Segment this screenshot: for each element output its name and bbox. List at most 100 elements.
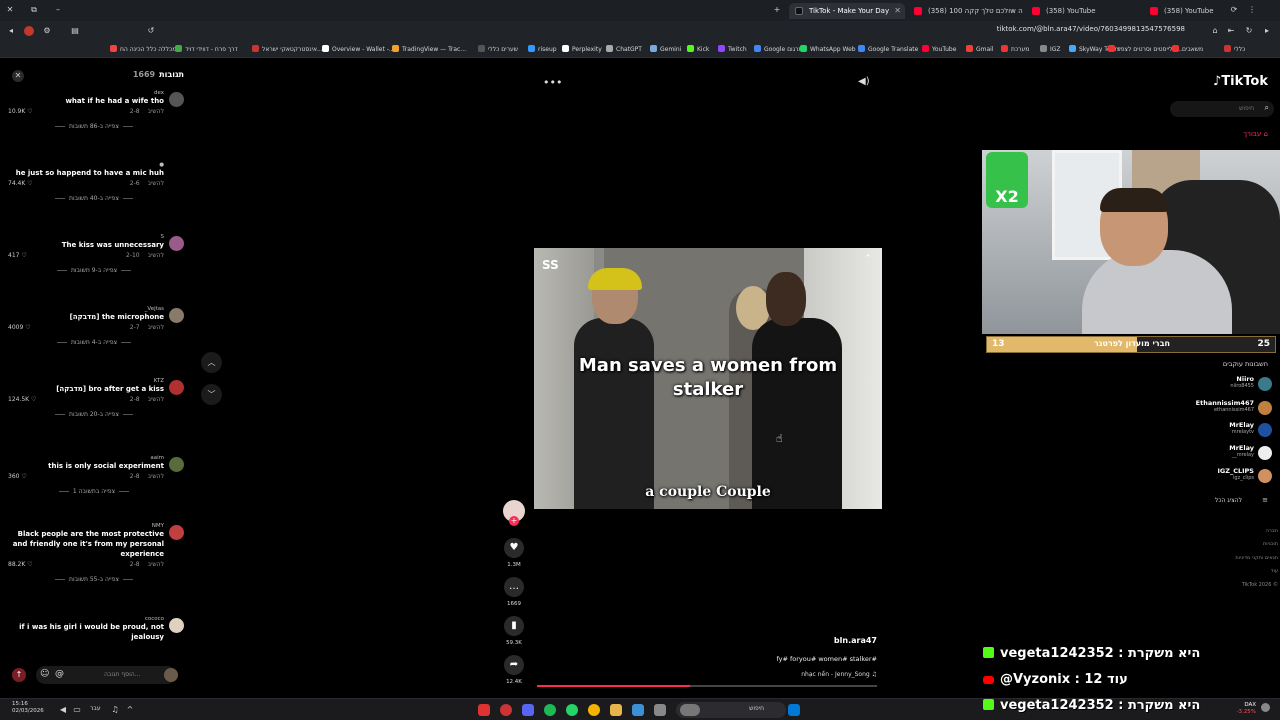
taskbar-app-icon[interactable] [654, 704, 666, 716]
back-icon[interactable]: ◂ [6, 25, 16, 37]
bookmark-item[interactable]: Gmail [966, 45, 994, 54]
stock-ticker[interactable]: DAX -3.25% [1237, 702, 1256, 716]
history-icon[interactable]: ↺ [146, 25, 156, 37]
photos-icon[interactable] [632, 704, 644, 716]
avatar[interactable] [169, 380, 184, 395]
minimize-icon[interactable]: – [52, 4, 64, 16]
progress-bar[interactable] [537, 685, 877, 687]
comment-like-button[interactable]: 10.9K ♡ [8, 106, 33, 117]
mic-icon[interactable]: ♫ [110, 704, 120, 716]
reply-button[interactable]: להשיב [148, 396, 164, 403]
footer-link[interactable]: עוד [1271, 568, 1278, 574]
pause-icon[interactable]: ⌃ [864, 254, 872, 264]
comment-like-button[interactable]: 4009 ♡ [8, 322, 31, 333]
tab-close-icon[interactable]: ✕ [894, 3, 901, 19]
view-replies-button[interactable]: צפייה ב-40 תשובות [4, 192, 184, 206]
reply-button[interactable]: להשיב [148, 180, 164, 187]
volume-icon[interactable]: ◀ [58, 704, 68, 716]
view-replies-button[interactable]: צפייה ב-9 תשובות [4, 264, 184, 278]
new-tab-icon[interactable]: + [771, 4, 783, 16]
comment-like-button[interactable]: 74.4K ♡ [8, 178, 33, 189]
bookmark-item[interactable]: כללי [1224, 45, 1245, 54]
video-hashtags[interactable]: fy# foryou# women# stalker# [650, 655, 877, 663]
close-icon[interactable]: ✕ [12, 70, 24, 82]
bookmark-item[interactable]: דרך פרח - דווידי דויד [175, 45, 238, 54]
taskbar-app-icon[interactable] [478, 704, 490, 716]
avatar[interactable] [169, 618, 184, 633]
send-icon[interactable]: ↑ [12, 668, 26, 682]
following-account[interactable]: IGZ_CLIPS igz_clips [1152, 467, 1272, 487]
folder-icon[interactable] [610, 704, 622, 716]
bookmark-item[interactable]: Overview - Wallet -... [322, 45, 395, 54]
home-icon[interactable]: ⌂ [1210, 25, 1220, 37]
share-button[interactable]: ➦ 12.4K [502, 655, 526, 685]
tab-search-icon[interactable]: ▤ [70, 25, 80, 37]
video-player[interactable]: SS ⌃ Man saves a women from stalker a co… [534, 248, 882, 509]
more-options-icon[interactable]: ••• [543, 76, 562, 89]
avatar[interactable] [169, 525, 184, 540]
address-bar[interactable]: tiktok.com/@bln.ara47/video/760349981354… [980, 25, 1185, 33]
footer-link[interactable]: תוכניות [1263, 541, 1278, 547]
bookmark-item[interactable]: IGZ [1040, 45, 1061, 54]
comment-button[interactable]: … 1669 [502, 577, 526, 607]
show-all-link[interactable]: להציג הכל [1215, 497, 1242, 504]
profile-icon[interactable] [24, 26, 34, 36]
spotify-icon[interactable] [544, 704, 556, 716]
follow-plus-icon[interactable]: + [509, 516, 519, 526]
tab-youtube-1[interactable]: (358) ולכם טלך קקה 100w הוה [908, 3, 1023, 19]
network-icon[interactable]: ▭ [72, 704, 82, 716]
reply-button[interactable]: להשיב [148, 252, 164, 259]
bookmark-item[interactable]: WhatsApp Web [800, 45, 856, 54]
comment-like-button[interactable]: 417 ♡ [8, 250, 27, 261]
avatar[interactable] [169, 457, 184, 472]
sound-link[interactable]: nhạc nền - Jenny_Song ♫ [650, 671, 877, 678]
view-replies-button[interactable]: צפייה ב-55 תשובות [4, 573, 184, 587]
tab-tiktok[interactable]: TikTok - Make Your Day ✕ [789, 3, 905, 19]
following-account[interactable]: MrElay mrelaytv [1152, 421, 1272, 441]
author-name[interactable]: bln.ara47 [700, 636, 877, 645]
avatar[interactable] [169, 308, 184, 323]
view-replies-button[interactable]: צפייה ב-86 תשובות [4, 120, 184, 134]
avatar[interactable] [169, 92, 184, 107]
view-replies-button[interactable]: צפייה ב-20 תשובות [4, 408, 184, 422]
view-replies-button[interactable]: צפייה ב-4 תשובות [4, 336, 184, 350]
nav-foryou[interactable]: עבורך ⌂ [1243, 130, 1268, 138]
bookmark-item[interactable]: Google תרגום [754, 45, 803, 54]
tab-youtube-2[interactable]: (358) YouTube [1026, 3, 1141, 19]
avatar[interactable] [1261, 703, 1270, 712]
view-replies-button[interactable]: צפייה בתשובה 1 [4, 485, 184, 499]
tray-chevron-icon[interactable]: ^ [125, 704, 135, 716]
reply-button[interactable]: להשיב [148, 473, 164, 480]
bookmark-item[interactable]: שערים כללי [478, 45, 518, 54]
mention-icon[interactable]: @ [55, 669, 64, 679]
previous-video-button[interactable]: ︿ [201, 352, 222, 373]
author-avatar-button[interactable]: + [502, 500, 526, 526]
bookmark-item[interactable]: YouTube [922, 45, 956, 54]
footer-link[interactable]: חברה [1266, 528, 1278, 534]
search-icon[interactable]: ⌕ [1265, 103, 1269, 113]
emoji-icon[interactable]: ☺ [40, 669, 49, 679]
bookmark-item[interactable]: Google Translate [858, 45, 918, 54]
comment-like-button[interactable]: 124.5K ♡ [8, 394, 36, 405]
avatar[interactable] [169, 236, 184, 251]
clock[interactable]: 15:16 02/03/2026 [12, 701, 44, 715]
taskbar-app-icon[interactable] [500, 704, 512, 716]
start-icon[interactable] [788, 704, 800, 716]
footer-link[interactable]: TikTok 2026 © [1242, 582, 1278, 588]
reload-icon[interactable]: ↻ [1244, 25, 1254, 37]
bookmark-item[interactable]: מכללה כלל הכינה הח... [110, 45, 182, 54]
following-account[interactable]: Niiro niiro8455 [1152, 375, 1272, 395]
refresh-icon[interactable]: ⟳ [1228, 4, 1240, 16]
bookmark-item[interactable]: Twitch [718, 45, 747, 54]
bookmark-item[interactable]: משאבים [1172, 45, 1203, 54]
forward-icon[interactable]: ▸ [1262, 25, 1272, 37]
save-button[interactable]: ▮ 59.3K [502, 616, 526, 646]
volume-icon[interactable]: ◀) [858, 76, 870, 87]
search-input[interactable]: חיפוש ⌕ [1170, 101, 1274, 117]
reply-button[interactable]: להשיב [148, 561, 164, 568]
close-window-icon[interactable]: ✕ [4, 4, 16, 16]
like-button[interactable]: ♥ 1.3M [502, 538, 526, 568]
bookmark-item[interactable]: אינסטרקטאקי ישראל... [252, 45, 323, 54]
extension-icon[interactable]: ⚙ [42, 25, 52, 37]
bookmark-item[interactable]: Kick [687, 45, 709, 54]
